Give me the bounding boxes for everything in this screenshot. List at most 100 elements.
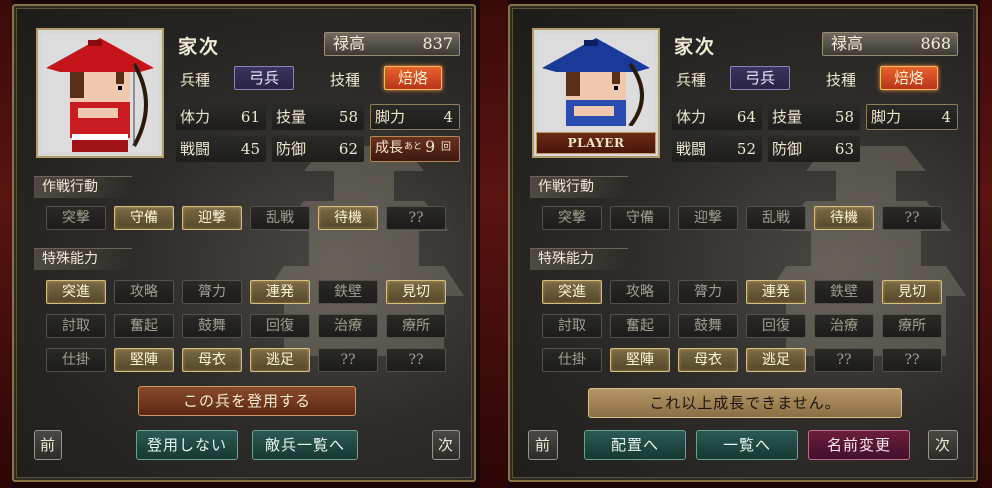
ability-chip[interactable]: 回復 (250, 314, 310, 338)
ability-chip[interactable]: 鼓舞 (678, 314, 738, 338)
stat-label: 脚力 (871, 108, 902, 126)
kokudaka-label: 禄高 (333, 34, 366, 53)
ability-chip[interactable]: 鉄壁 (814, 280, 874, 304)
stat-label: 戦闘 (180, 140, 211, 158)
stat-value: 61 (240, 108, 260, 126)
ability-chip[interactable]: 母衣 (678, 348, 738, 372)
ability-chip[interactable]: 鼓舞 (182, 314, 242, 338)
ability-chip[interactable]: 奮起 (114, 314, 174, 338)
blue-archer-portrait-icon (538, 34, 654, 128)
rename-button[interactable]: 名前変更 (808, 430, 910, 460)
next-button[interactable]: 次 (432, 430, 460, 460)
ability-chip[interactable]: 鉄壁 (318, 280, 378, 304)
skill-type-label: 技種 (330, 71, 361, 89)
ability-chip[interactable]: 療所 (882, 314, 942, 338)
tactics-section-title: 作戦行動 (34, 176, 132, 198)
stat-value: 4 (443, 108, 453, 126)
kokudaka-value: 868 (920, 34, 951, 53)
ability-chip[interactable]: 逃足 (250, 348, 310, 372)
background-divider (480, 0, 508, 488)
ability-chip[interactable]: 堅陣 (114, 348, 174, 372)
growth-status-button[interactable]: これ以上成長できません。 (588, 388, 902, 418)
tactic-chip[interactable]: 守備 (610, 206, 670, 230)
stat-defense: 防御 63 (768, 136, 860, 162)
kokudaka-box: 禄高 837 (324, 32, 460, 56)
next-button[interactable]: 次 (928, 430, 958, 460)
tactic-chip[interactable]: 守備 (114, 206, 174, 230)
stat-label: 戦闘 (676, 140, 707, 158)
tactic-chip[interactable]: 乱戦 (250, 206, 310, 230)
tactic-chip[interactable]: 迎撃 (182, 206, 242, 230)
ability-chip[interactable]: 膂力 (678, 280, 738, 304)
ability-chip[interactable]: 見切 (386, 280, 446, 304)
ability-chip[interactable]: ?? (386, 348, 446, 372)
ability-chip[interactable]: ?? (882, 348, 942, 372)
unit-name: 家次 (178, 36, 221, 58)
growth-value: 9 (425, 137, 436, 156)
growth-unit: 回 (441, 142, 451, 153)
ability-chip[interactable]: 奮起 (610, 314, 670, 338)
growth-mid: あと (404, 142, 423, 152)
stat-label: 技量 (276, 108, 307, 126)
background-right-edge (980, 0, 992, 488)
tactic-chip[interactable]: ?? (882, 206, 942, 230)
stat-skill: 技量 58 (272, 104, 364, 130)
prev-button[interactable]: 前 (528, 430, 558, 460)
tactic-chip[interactable]: 突撃 (542, 206, 602, 230)
ability-chip[interactable]: 見切 (882, 280, 942, 304)
stat-value: 58 (834, 108, 854, 126)
stat-hp: 体力 61 (176, 104, 266, 130)
stat-value: 45 (240, 140, 260, 158)
ability-chip[interactable]: ?? (318, 348, 378, 372)
stat-battle: 戦闘 45 (176, 136, 266, 162)
prev-button[interactable]: 前 (34, 430, 62, 460)
tactic-chip[interactable]: 迎撃 (678, 206, 738, 230)
tactic-chip[interactable]: 待機 (814, 206, 874, 230)
ability-chip[interactable]: 堅陣 (610, 348, 670, 372)
stat-defense: 防御 62 (272, 136, 364, 162)
ability-chip[interactable]: 逃足 (746, 348, 806, 372)
player-unit-panel: PLAYER 家次 禄高 868 兵種 弓兵 技種 焙烙 体力 64 技量 58… (508, 4, 978, 482)
ability-chip[interactable]: 突進 (46, 280, 106, 304)
ability-chip[interactable]: 連発 (746, 280, 806, 304)
ability-chip[interactable]: 突進 (542, 280, 602, 304)
tactic-chip[interactable]: ?? (386, 206, 446, 230)
stat-skill: 技量 58 (768, 104, 860, 130)
tactic-chip[interactable]: 待機 (318, 206, 378, 230)
ability-chip[interactable]: 連発 (250, 280, 310, 304)
unit-portrait (36, 28, 164, 158)
enemy-list-button[interactable]: 敵兵一覧へ (252, 430, 358, 460)
stat-speed: 脚力 4 (370, 104, 460, 130)
tactic-chip[interactable]: 突撃 (46, 206, 106, 230)
enemy-unit-panel: 家次 禄高 837 兵種 弓兵 技種 焙烙 体力 61 技量 58 脚力 4 戦… (12, 4, 476, 482)
abilities-section-title: 特殊能力 (34, 248, 132, 270)
stat-label: 体力 (180, 108, 211, 126)
recruit-unit-button[interactable]: この兵を登用する (138, 386, 356, 416)
ability-chip[interactable]: 討取 (46, 314, 106, 338)
ability-chip[interactable]: 仕掛 (542, 348, 602, 372)
deploy-button[interactable]: 配置へ (584, 430, 686, 460)
ability-chip[interactable]: 膂力 (182, 280, 242, 304)
ability-chip[interactable]: 回復 (746, 314, 806, 338)
stat-value: 4 (941, 108, 951, 126)
kokudaka-label: 禄高 (831, 34, 864, 53)
red-archer-portrait-icon (42, 34, 158, 152)
ability-chip[interactable]: 攻略 (610, 280, 670, 304)
stat-value: 63 (834, 140, 854, 158)
unit-list-button[interactable]: 一覧へ (696, 430, 798, 460)
ability-chip[interactable]: 攻略 (114, 280, 174, 304)
decline-recruit-button[interactable]: 登用しない (136, 430, 238, 460)
ability-chip[interactable]: 仕掛 (46, 348, 106, 372)
skill-type-value: 焙烙 (384, 66, 442, 90)
stat-value: 62 (338, 140, 358, 158)
tactic-chip[interactable]: 乱戦 (746, 206, 806, 230)
ability-chip[interactable]: 治療 (318, 314, 378, 338)
ability-chip[interactable]: 討取 (542, 314, 602, 338)
stat-label: 技量 (772, 108, 803, 126)
ability-chip[interactable]: 療所 (386, 314, 446, 338)
ability-chip[interactable]: 母衣 (182, 348, 242, 372)
kokudaka-box: 禄高 868 (822, 32, 958, 56)
ability-chip[interactable]: 治療 (814, 314, 874, 338)
ability-chip[interactable]: ?? (814, 348, 874, 372)
troop-type-label: 兵種 (180, 71, 211, 89)
